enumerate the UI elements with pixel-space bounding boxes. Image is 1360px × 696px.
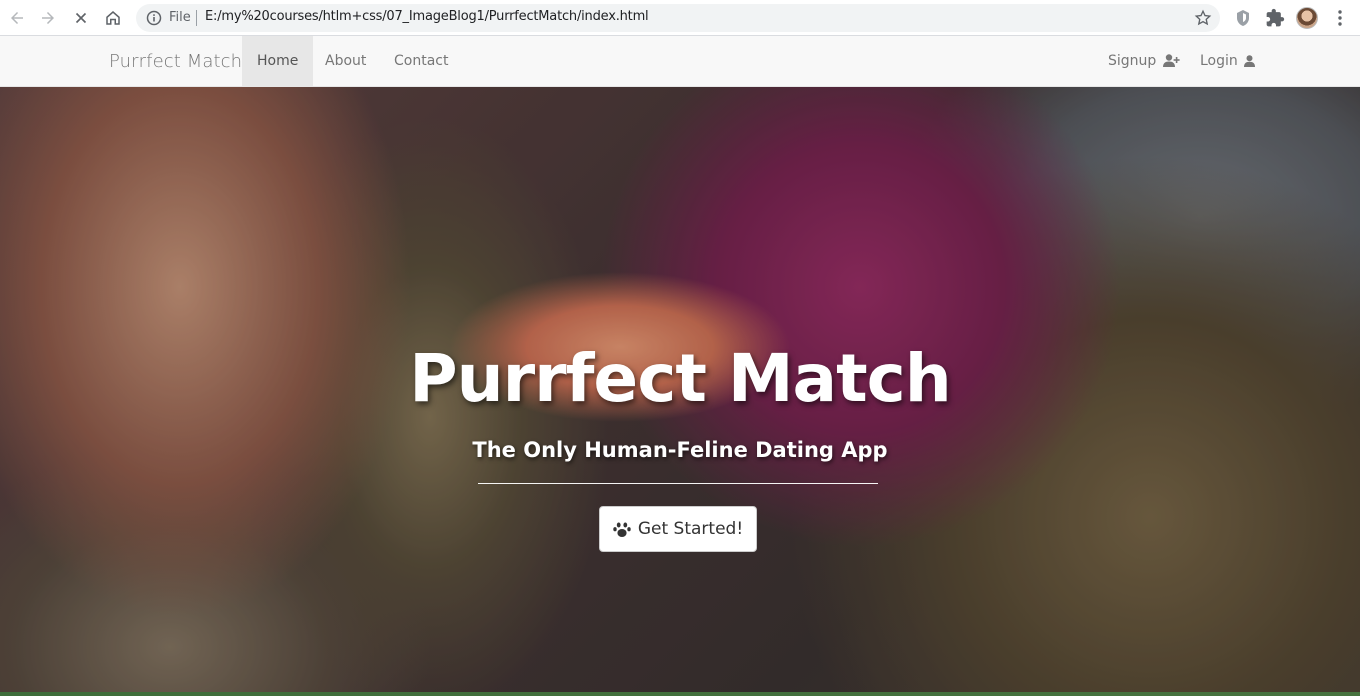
nav-signup-link[interactable]: Signup [1108, 36, 1180, 86]
url-text[interactable]: E:/my%20courses/htlm+css/07_ImageBlog1/P… [205, 9, 649, 24]
navbar-brand[interactable]: Purrfect Match [109, 51, 242, 72]
get-started-button[interactable]: Get Started! [599, 506, 757, 552]
browser-toolbar: File E:/my%20courses/htlm+css/07_ImageBl… [0, 0, 1360, 36]
hero-background-image: Purrfect Match The Only Human-Feline Dat… [0, 87, 1360, 696]
nav-item-home[interactable]: Home [242, 36, 314, 86]
omnibox-separator [196, 10, 197, 26]
back-icon[interactable] [5, 6, 29, 30]
get-started-label: Get Started! [637, 519, 744, 539]
star-icon[interactable] [1194, 9, 1212, 27]
scheme-label: File [169, 10, 191, 25]
taskbar-edge [0, 692, 1360, 696]
site-navbar: Purrfect Match Home About Contact Signup… [0, 36, 1360, 87]
avatar[interactable] [1296, 7, 1318, 29]
login-label: Login [1200, 53, 1238, 69]
nav-item-about[interactable]: About [310, 36, 381, 86]
nav-item-contact[interactable]: Contact [379, 36, 463, 86]
forward-icon[interactable] [36, 6, 60, 30]
info-icon[interactable] [146, 10, 162, 26]
puzzle-icon[interactable] [1265, 8, 1285, 28]
extension-shield-icon[interactable] [1233, 8, 1253, 28]
hero-divider [478, 483, 878, 484]
hero-subtitle: The Only Human-Feline Dating App [472, 438, 888, 462]
user-plus-icon [1162, 54, 1180, 67]
user-icon [1244, 55, 1256, 67]
signup-label: Signup [1108, 53, 1157, 69]
home-icon[interactable] [101, 6, 125, 30]
nav-login-link[interactable]: Login [1200, 36, 1256, 86]
more-icon[interactable] [1330, 8, 1350, 28]
paw-icon [613, 522, 631, 537]
address-bar[interactable]: File E:/my%20courses/htlm+css/07_ImageBl… [136, 4, 1220, 32]
hero-title: Purrfect Match [409, 340, 951, 417]
stop-icon[interactable] [69, 6, 93, 30]
